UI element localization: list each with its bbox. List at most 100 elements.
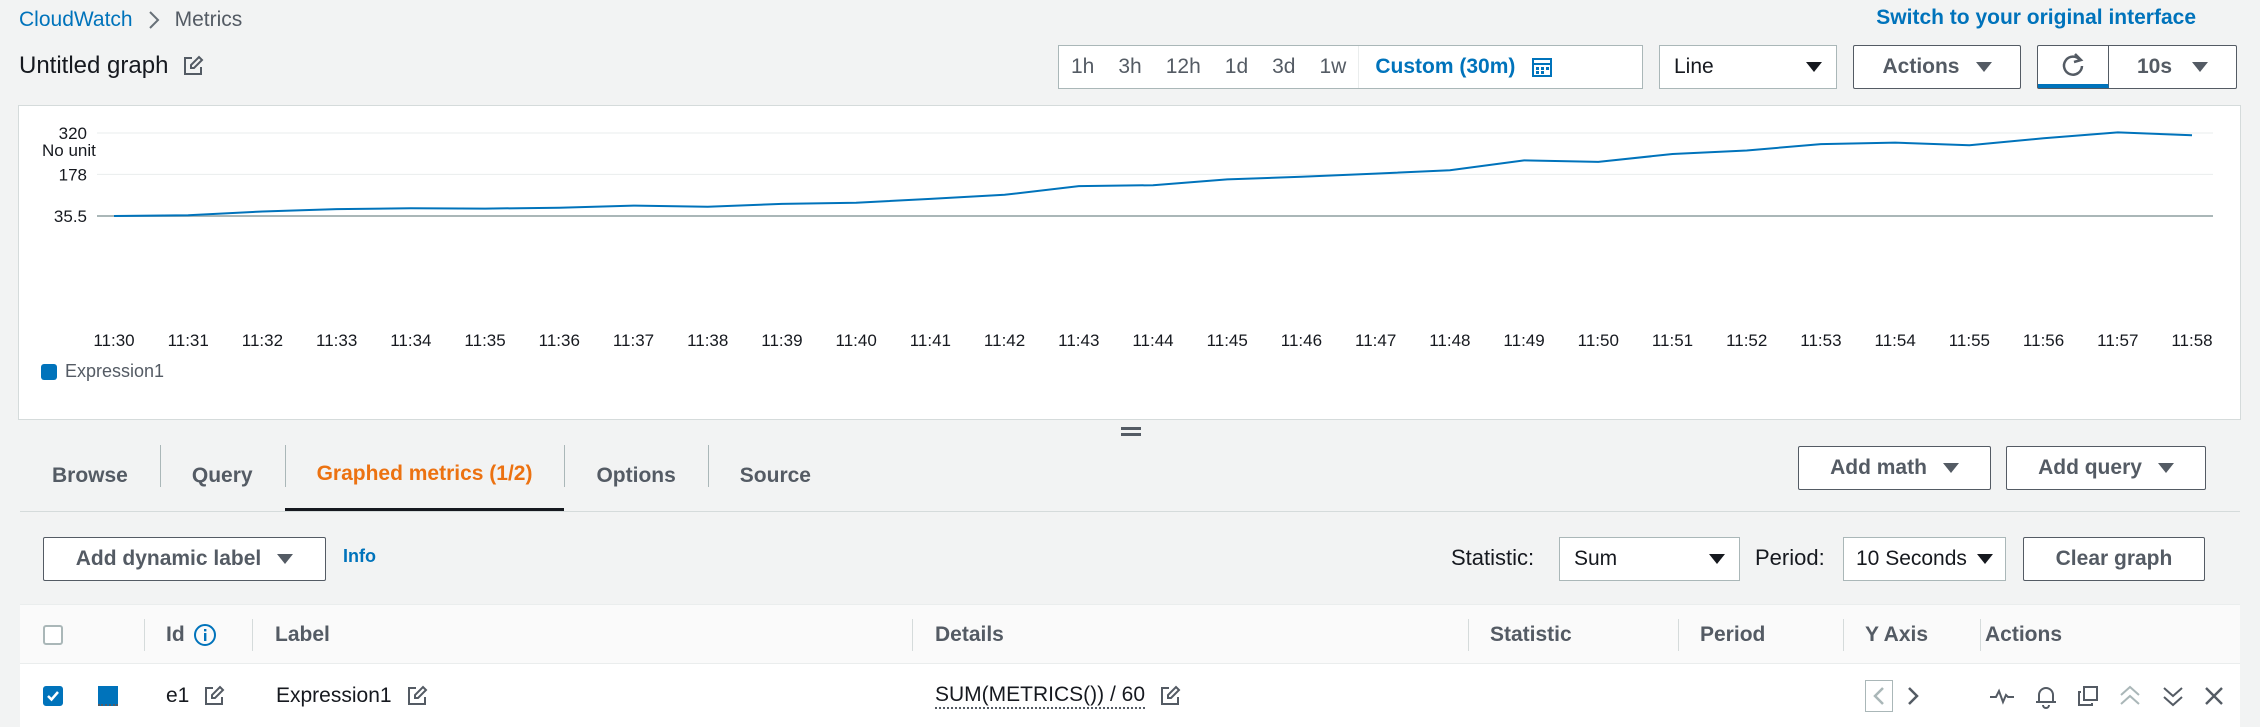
info-link[interactable]: Info — [343, 546, 376, 567]
x-tick-label: 11:38 — [687, 331, 728, 350]
x-tick-label: 11:35 — [464, 331, 505, 350]
chart-type-select[interactable]: Line — [1659, 45, 1837, 89]
x-axis-ticks: 11:30 11:31 11:32 11:33 11:34 11:35 11:36 11:37… — [93, 331, 2212, 350]
row-label-cell: Expression1 — [276, 664, 428, 727]
y-tick-label: 178 — [59, 165, 87, 184]
header-label[interactable]: Label — [275, 605, 330, 665]
time-range-3h[interactable]: 3h — [1106, 46, 1153, 88]
period-label: Period: — [1755, 545, 1825, 570]
tab-graphed-metrics[interactable]: Graphed metrics (1/2) — [284, 440, 565, 512]
row-select-cell — [43, 664, 63, 727]
header-details[interactable]: Details — [935, 605, 1004, 665]
time-range-1d[interactable]: 1d — [1213, 46, 1260, 88]
caret-down-icon — [277, 554, 294, 564]
x-tick-label: 11:34 — [390, 331, 431, 350]
x-tick-label: 11:44 — [1132, 331, 1173, 350]
move-up-icon[interactable] — [2117, 683, 2143, 709]
clear-graph-label: Clear graph — [2055, 547, 2173, 570]
select-all-checkbox[interactable] — [43, 625, 63, 645]
x-tick-label: 11:41 — [910, 331, 951, 350]
move-down-icon[interactable] — [2160, 683, 2186, 709]
header-statistic[interactable]: Statistic — [1490, 605, 1572, 665]
x-tick-label: 11:31 — [168, 331, 209, 350]
time-range-12h[interactable]: 12h — [1154, 46, 1213, 88]
x-tick-label: 11:46 — [1281, 331, 1322, 350]
x-tick-label: 11:51 — [1652, 331, 1693, 350]
y-axis-right-icon[interactable] — [1899, 680, 1927, 712]
clear-graph-button[interactable]: Clear graph — [2023, 537, 2205, 581]
duplicate-icon[interactable] — [2076, 684, 2100, 708]
time-range-1w[interactable]: 1w — [1307, 46, 1358, 88]
alarm-bell-icon[interactable] — [2033, 683, 2059, 709]
calendar-icon[interactable] — [1527, 56, 1563, 78]
x-tick-label: 11:42 — [984, 331, 1025, 350]
y-axis-left-icon[interactable] — [1865, 679, 1893, 712]
breadcrumb-metrics: Metrics — [174, 8, 243, 31]
select-all-cell — [43, 605, 63, 665]
x-tick-label: 11:43 — [1058, 331, 1099, 350]
resize-handle[interactable] — [1121, 424, 1141, 439]
row-id: e1 — [166, 683, 190, 707]
remove-metric-icon[interactable] — [2203, 685, 2225, 707]
header-actions: Actions — [1985, 623, 2063, 646]
chart-legend[interactable]: Expression1 — [41, 361, 164, 382]
x-tick-label: 11:40 — [836, 331, 877, 350]
grid-lines — [97, 132, 2213, 217]
x-tick-label: 11:47 — [1355, 331, 1396, 350]
refresh-control: 10s — [2037, 45, 2237, 89]
breadcrumb: CloudWatch Metrics — [19, 6, 242, 34]
caret-down-icon — [1806, 62, 1822, 72]
actions-button[interactable]: Actions — [1853, 45, 2021, 89]
caret-down-icon — [1709, 554, 1725, 564]
legend-label: Expression1 — [65, 361, 165, 381]
tab-query[interactable]: Query — [159, 440, 285, 512]
refresh-button[interactable] — [2038, 46, 2109, 88]
legend-swatch — [41, 363, 57, 380]
row-details-cell: SUM(METRICS()) / 60 — [935, 664, 1181, 727]
tab-browse[interactable]: Browse — [20, 440, 160, 512]
x-tick-label: 11:37 — [613, 331, 654, 350]
time-range-selector: 1h 3h 12h 1d 3d 1w Custom (30m) — [1058, 45, 1643, 89]
refresh-interval-select[interactable]: 10s — [2109, 46, 2236, 88]
header-period[interactable]: Period — [1700, 605, 1765, 665]
info-icon[interactable] — [193, 623, 217, 647]
series-color-swatch[interactable] — [98, 685, 118, 706]
add-dynamic-label-button[interactable]: Add dynamic label — [43, 537, 326, 581]
row-y-axis-cell — [1865, 664, 1927, 727]
y-axis-unit-label: No unit — [42, 141, 96, 160]
period-select[interactable]: 10 Seconds — [1843, 537, 2006, 581]
breadcrumb-cloudwatch-link[interactable]: CloudWatch — [19, 8, 133, 32]
add-math-button[interactable]: Add math — [1798, 446, 1991, 490]
graph-this-metric-icon[interactable] — [1988, 685, 2016, 707]
header-y-axis[interactable]: Y Axis — [1865, 605, 1928, 665]
time-range-3d[interactable]: 3d — [1260, 46, 1307, 88]
edit-id-icon[interactable] — [203, 685, 225, 707]
chart-panel: No unit 320 178 35.5 11:30 11:31 11:32 11:33 1… — [18, 105, 2241, 420]
add-query-button[interactable]: Add query — [2006, 446, 2206, 490]
x-tick-label: 11:49 — [1503, 331, 1544, 350]
caret-down-icon — [1977, 554, 1993, 564]
time-range-1h[interactable]: 1h — [1059, 46, 1106, 88]
row-checkbox[interactable] — [43, 685, 63, 706]
row-label: Expression1 — [276, 683, 392, 707]
statistic-label: Statistic: — [1451, 545, 1535, 570]
switch-interface-link[interactable]: Switch to your original interface — [1876, 6, 2196, 30]
row-details-expression[interactable]: SUM(METRICS()) / 60 — [935, 683, 1145, 709]
tab-source[interactable]: Source — [707, 440, 843, 512]
time-range-custom[interactable]: Custom (30m) — [1358, 46, 1527, 88]
line-chart: No unit 32017835.5 11:30 11:31 11:32 11:33 1… — [42, 124, 2213, 350]
graph-title: Untitled graph — [19, 52, 169, 79]
statistic-value: Sum — [1574, 547, 1618, 570]
y-tick-label: 320 — [59, 124, 87, 143]
tab-options[interactable]: Options — [564, 440, 707, 512]
edit-title-icon[interactable] — [182, 55, 204, 77]
edit-expression-icon[interactable] — [1159, 685, 1181, 707]
header-id-label: Id — [166, 623, 185, 646]
statistic-select[interactable]: Sum — [1559, 537, 1740, 581]
x-tick-label: 11:55 — [1949, 331, 1990, 350]
x-tick-label: 11:57 — [2097, 331, 2138, 350]
refresh-interval-value: 10s — [2136, 55, 2173, 78]
caret-down-icon — [2157, 463, 2174, 473]
edit-label-icon[interactable] — [406, 685, 428, 707]
header-id[interactable]: Id — [166, 605, 217, 665]
